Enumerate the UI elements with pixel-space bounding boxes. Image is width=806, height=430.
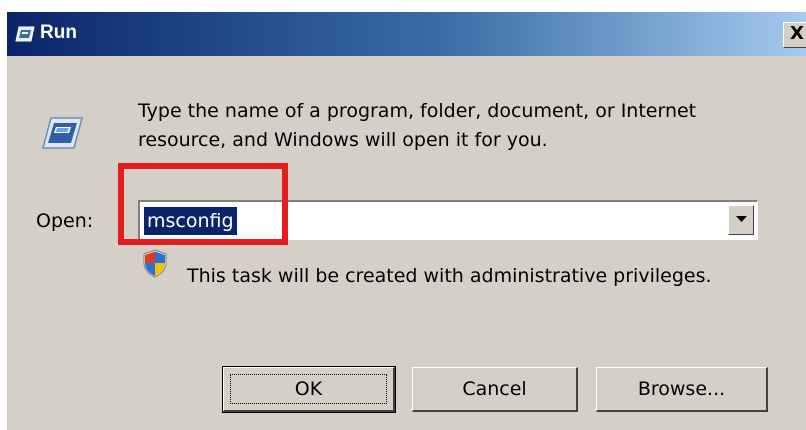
run-icon (42, 117, 83, 149)
focus-ring (230, 374, 387, 404)
window-title: Run (40, 22, 77, 43)
chevron-down-icon (736, 216, 747, 222)
run-icon (15, 26, 35, 42)
dropdown-button[interactable] (728, 205, 754, 235)
admin-privileges-note: This task will be created with administr… (187, 265, 712, 287)
open-label: Open: (36, 210, 94, 232)
close-button[interactable]: X (783, 22, 806, 48)
cancel-button-label: Cancel (462, 378, 527, 400)
ok-button[interactable]: OK (222, 366, 396, 413)
prompt-text-line-1: Type the name of a program, folder, docu… (138, 100, 697, 122)
prompt-text-line-2: resource, and Windows will open it for y… (138, 129, 548, 151)
open-combobox[interactable]: msconfig (138, 200, 758, 240)
cancel-button[interactable]: Cancel (412, 367, 578, 412)
browse-button[interactable]: Browse... (596, 367, 768, 412)
run-dialog: Run X Type the name of a program, folder… (6, 12, 806, 430)
title-bar: Run X (7, 12, 806, 56)
open-field[interactable] (144, 207, 724, 235)
uac-shield-icon (143, 249, 167, 278)
browse-button-label: Browse... (637, 378, 726, 400)
close-icon: X (790, 23, 804, 44)
